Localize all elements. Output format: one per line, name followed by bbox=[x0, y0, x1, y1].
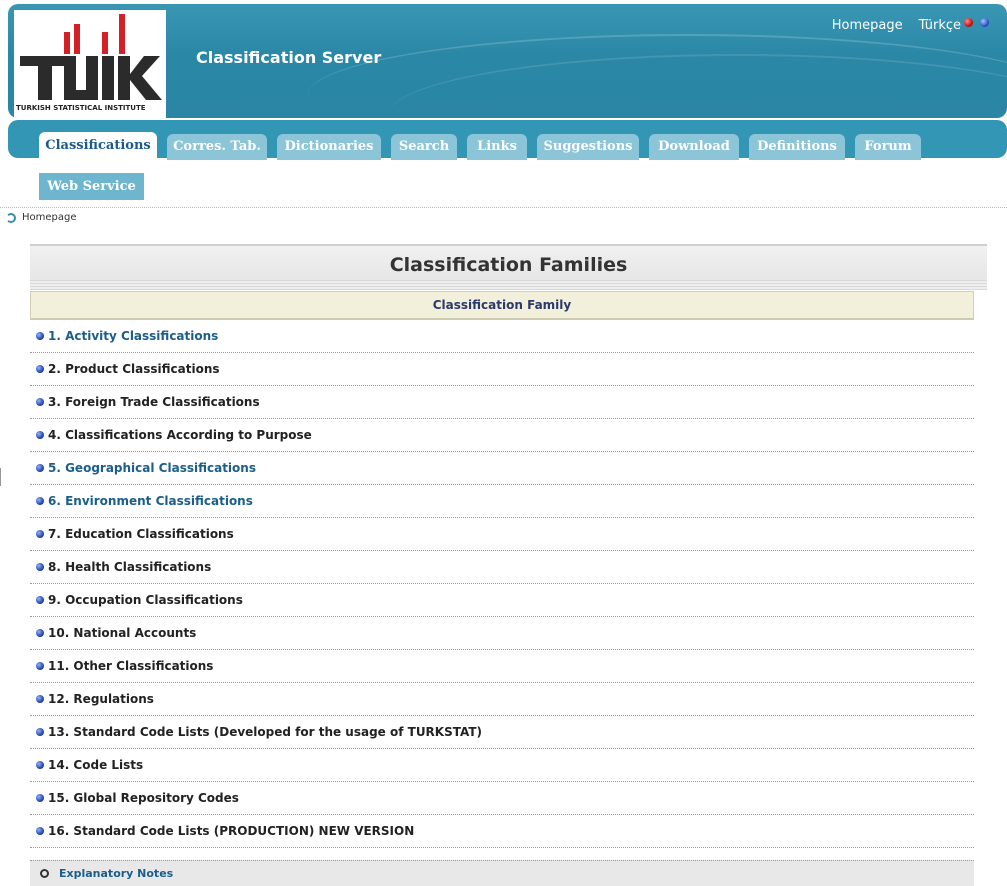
explanatory-notes-link[interactable]: Explanatory Notes bbox=[59, 867, 173, 880]
item-label: 11. Other Classifications bbox=[48, 659, 214, 673]
bullet-icon bbox=[36, 596, 44, 604]
bullet-icon bbox=[36, 794, 44, 802]
breadcrumb: Homepage bbox=[6, 212, 77, 223]
item-label: 6. Environment Classifications bbox=[48, 494, 253, 508]
list-item[interactable]: 13. Standard Code Lists (Developed for t… bbox=[30, 716, 974, 749]
bullet-icon bbox=[36, 497, 44, 505]
tab-download[interactable]: Download bbox=[649, 134, 739, 160]
homepage-link[interactable]: Homepage bbox=[832, 18, 903, 33]
bullet-icon bbox=[36, 728, 44, 736]
list-item[interactable]: 2. Product Classifications bbox=[30, 353, 974, 386]
bullet-icon bbox=[36, 398, 44, 406]
list-item[interactable]: 6. Environment Classifications bbox=[30, 485, 974, 518]
tab-dictionaries[interactable]: Dictionaries bbox=[277, 134, 381, 160]
site-header: TURKISH STATISTICAL INSTITUTE Classifica… bbox=[8, 4, 1007, 118]
item-label: 10. National Accounts bbox=[48, 626, 197, 640]
list-item[interactable]: 10. National Accounts bbox=[30, 617, 974, 650]
expand-icon bbox=[40, 869, 49, 878]
list-item[interactable]: 15. Global Repository Codes bbox=[30, 782, 974, 815]
bullet-icon bbox=[36, 695, 44, 703]
heading-decoration bbox=[30, 280, 987, 290]
column-header: Classification Family bbox=[30, 291, 974, 320]
divider bbox=[0, 207, 1007, 208]
families-heading-box: Classification Families bbox=[30, 244, 987, 290]
item-label: 13. Standard Code Lists (Developed for t… bbox=[48, 725, 483, 739]
tab-links[interactable]: Links bbox=[467, 134, 527, 160]
item-label: 15. Global Repository Codes bbox=[48, 791, 239, 805]
logo-icon bbox=[20, 14, 162, 100]
bullet-icon bbox=[36, 464, 44, 472]
item-label: 4. Classifications According to Purpose bbox=[48, 428, 312, 442]
bullet-icon bbox=[36, 827, 44, 835]
back-arrow-icon[interactable] bbox=[6, 212, 16, 223]
list-item[interactable]: 16. Standard Code Lists (PRODUCTION) NEW… bbox=[30, 815, 974, 848]
tab-corres-tab[interactable]: Corres. Tab. bbox=[167, 134, 267, 160]
item-label: 9. Occupation Classifications bbox=[48, 593, 243, 607]
item-label: 5. Geographical Classifications bbox=[48, 461, 256, 475]
list-item[interactable]: 5. Geographical Classifications bbox=[30, 452, 974, 485]
list-item[interactable]: 14. Code Lists bbox=[30, 749, 974, 782]
item-label: 7. Education Classifications bbox=[48, 527, 234, 541]
logo-subtitle: TURKISH STATISTICAL INSTITUTE bbox=[16, 104, 146, 112]
list-item[interactable]: 9. Occupation Classifications bbox=[30, 584, 974, 617]
tuik-logo[interactable]: TURKISH STATISTICAL INSTITUTE bbox=[14, 10, 166, 118]
english-flag-icon[interactable] bbox=[980, 18, 989, 27]
tab-definitions[interactable]: Definitions bbox=[749, 134, 845, 160]
app-title: Classification Server bbox=[196, 48, 382, 67]
web-service-button[interactable]: Web Service bbox=[39, 173, 144, 200]
item-label: 16. Standard Code Lists (PRODUCTION) NEW… bbox=[48, 824, 415, 838]
bullet-icon bbox=[36, 431, 44, 439]
list-item[interactable]: 7. Education Classifications bbox=[30, 518, 974, 551]
item-label: 3. Foreign Trade Classifications bbox=[48, 395, 260, 409]
top-links: Homepage Türkçe bbox=[832, 18, 961, 33]
bullet-icon bbox=[36, 332, 44, 340]
tab-classifications[interactable]: Classifications bbox=[39, 132, 157, 160]
bullet-icon bbox=[36, 563, 44, 571]
list-item[interactable]: 11. Other Classifications bbox=[30, 650, 974, 683]
bullet-icon bbox=[36, 629, 44, 637]
main-tab-bar: Classifications Corres. Tab. Dictionarie… bbox=[8, 120, 1007, 160]
bullet-icon bbox=[36, 530, 44, 538]
item-label: 8. Health Classifications bbox=[48, 560, 212, 574]
families-table: Classification Family 1. Activity Classi… bbox=[30, 291, 974, 848]
list-item[interactable]: 1. Activity Classifications bbox=[30, 320, 974, 353]
page-edge-marker bbox=[0, 468, 5, 486]
bullet-icon bbox=[36, 761, 44, 769]
list-item[interactable]: 3. Foreign Trade Classifications bbox=[30, 386, 974, 419]
turkish-language-link[interactable]: Türkçe bbox=[919, 18, 961, 33]
bullet-icon bbox=[36, 365, 44, 373]
tab-forum[interactable]: Forum bbox=[855, 134, 921, 160]
bullet-icon bbox=[36, 662, 44, 670]
item-label: 1. Activity Classifications bbox=[48, 329, 219, 343]
breadcrumb-homepage[interactable]: Homepage bbox=[22, 212, 77, 223]
list-item[interactable]: 4. Classifications According to Purpose bbox=[30, 419, 974, 452]
item-label: 14. Code Lists bbox=[48, 758, 144, 772]
tab-suggestions[interactable]: Suggestions bbox=[537, 134, 639, 160]
item-label: 12. Regulations bbox=[48, 692, 154, 706]
turkish-flag-icon[interactable] bbox=[964, 18, 973, 27]
explanatory-notes-bar[interactable]: Explanatory Notes bbox=[30, 860, 974, 886]
page-title: Classification Families bbox=[389, 254, 628, 276]
item-label: 2. Product Classifications bbox=[48, 362, 220, 376]
tab-search[interactable]: Search bbox=[391, 134, 457, 160]
list-item[interactable]: 12. Regulations bbox=[30, 683, 974, 716]
list-item[interactable]: 8. Health Classifications bbox=[30, 551, 974, 584]
